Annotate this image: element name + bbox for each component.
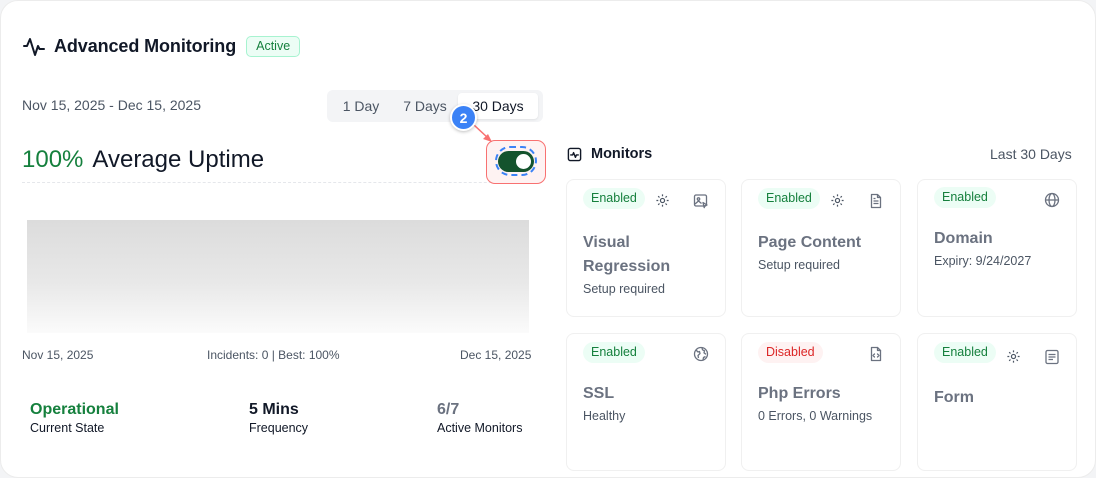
form-icon [1045,349,1059,365]
range-tab-7-days[interactable]: 7 Days [392,93,458,119]
card-header: Advanced Monitoring Active [22,33,301,59]
globe-icon [1044,192,1060,208]
monitor-card-php-errors[interactable]: Disabled Php Errors 0 Errors, 0 Warnings [741,333,901,471]
monitor-name: Visual [583,234,630,251]
monitors-header: Monitors [567,146,652,162]
uptime-percent: 100% [22,146,84,173]
monitor-name-line2: Regression [583,258,671,275]
monitor-detail: Expiry: 9/24/2027 [934,254,1032,268]
stat-label: Frequency [249,421,309,435]
date-range: Nov 15, 2025 - Dec 15, 2025 [22,97,202,113]
monitor-name: SSL [583,385,615,402]
ssl-globe-icon [693,346,709,362]
range-tab-1-day[interactable]: 1 Day [330,93,392,119]
stat-value: Operational [30,401,119,418]
monitor-status-badge: Enabled [934,187,996,208]
monitor-card-domain[interactable]: Enabled Domain Expiry: 9/24/2027 [917,179,1077,317]
stat-frequency: 5 Mins Frequency [249,401,308,435]
monitor-card-ssl[interactable]: Enabled SSL Healthy [566,333,726,471]
stat-current-state: Operational Current State [30,401,119,435]
stat-active-monitors: 6/7 Active Monitors [437,401,522,435]
uptime-label: Average Uptime [92,146,265,173]
monitors-title: Monitors [591,146,653,162]
monitor-name: Page Content [758,234,862,251]
chart-start-date: Nov 15, 2025 [22,348,94,362]
monitor-detail: Setup required [583,282,666,296]
monitor-pulse-icon [567,147,582,161]
step-number-badge: 2 [450,104,477,131]
monitor-status-badge: Enabled [583,342,645,363]
monitor-name: Form [934,389,974,406]
settings-gear-icon[interactable] [830,193,845,208]
uptime-chart [27,220,529,333]
chart-end-date: Dec 15, 2025 [460,348,532,362]
annotation-arrow-icon [473,124,492,142]
monitor-card-visual-regression[interactable]: Enabled Visual Regression Setup required [566,179,726,317]
divider [22,182,542,183]
stat-label: Current State [30,421,105,435]
activity-icon [23,38,45,56]
monitors-range: Last 30 Days [990,146,1072,162]
monitor-status-badge: Enabled [758,188,820,209]
monitor-status-badge: Enabled [583,188,645,209]
settings-gear-icon[interactable] [655,193,670,208]
monitoring-toggle[interactable] [498,151,534,172]
settings-gear-icon[interactable] [1006,349,1021,364]
code-file-icon [870,346,882,362]
toggle-knob [516,154,531,169]
monitor-status-badge: Enabled [934,342,996,363]
visual-regression-icon [693,194,708,209]
advanced-monitoring-card: Advanced Monitoring Active Nov 15, 2025 … [0,0,1096,478]
stat-label: Active Monitors [437,421,523,435]
monitor-name: Domain [934,230,993,247]
average-uptime: 100% Average Uptime [22,146,264,174]
monitor-status-badge: Disabled [758,342,823,363]
monitor-card-form[interactable]: Enabled Form [917,333,1077,471]
chart-summary: Incidents: 0 | Best: 100% [207,348,340,362]
status-badge: Active [246,35,301,57]
document-icon [870,193,882,209]
monitor-detail: 0 Errors, 0 Warnings [758,409,873,423]
monitor-detail: Setup required [758,258,841,272]
range-selector: 1 Day 7 Days 30 Days [327,90,543,122]
page-title: Advanced Monitoring [54,35,237,56]
stat-value: 5 Mins [249,401,299,418]
monitor-name: Php Errors [758,385,841,402]
monitor-card-page-content[interactable]: Enabled Page Content Setup required [741,179,901,317]
monitor-detail: Healthy [583,409,626,423]
stat-value: 6/7 [437,401,460,418]
